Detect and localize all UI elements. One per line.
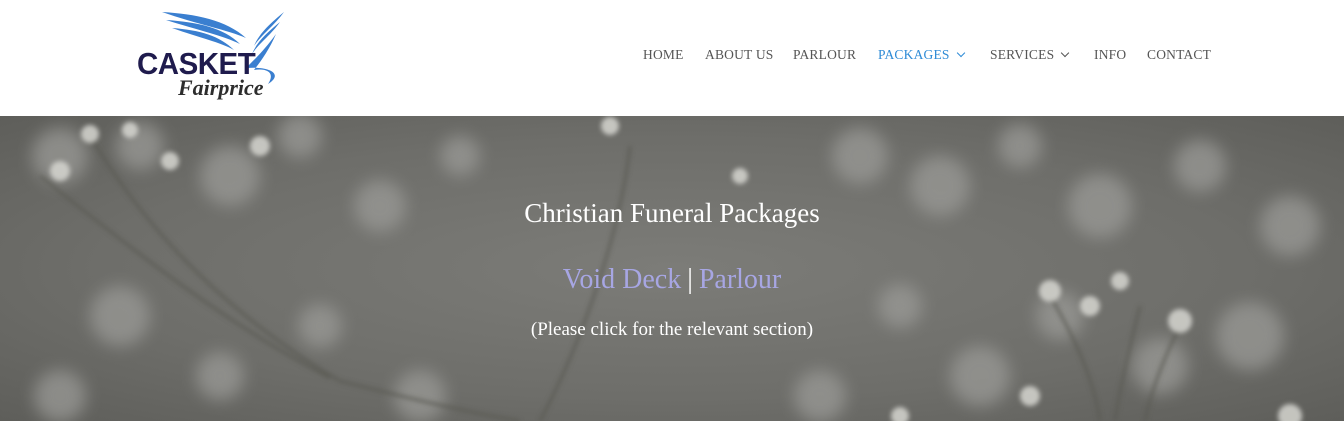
void-deck-link[interactable]: Void Deck — [563, 264, 681, 295]
nav-services[interactable]: SERVICES — [990, 46, 1070, 64]
parlour-link[interactable]: Parlour — [699, 264, 781, 295]
hero-links: Void Deck | Parlour — [0, 262, 1344, 298]
hero-title: Christian Funeral Packages — [524, 198, 820, 228]
hero-banner: Christian Funeral Packages Void Deck | Par… — [0, 116, 1344, 421]
nav-contact[interactable]: CONTACT — [1147, 46, 1211, 64]
chevron-down-icon — [1061, 48, 1070, 58]
chevron-down-icon — [956, 48, 965, 58]
hero-note: (Please click for the relevant section) — [530, 319, 814, 340]
nav-packages-label: PACKAGES — [878, 47, 950, 62]
nav-about-us[interactable]: ABOUT US — [705, 46, 774, 64]
link-separator: | — [687, 264, 693, 295]
logo-subtitle: Fairprice — [178, 75, 264, 100]
nav-parlour[interactable]: PARLOUR — [793, 46, 856, 64]
site-header: CASKET Fairprice HOME ABOUT US PARLOUR P… — [0, 0, 1344, 116]
nav-packages[interactable]: PACKAGES — [878, 46, 965, 64]
site-logo[interactable]: CASKET Fairprice — [136, 8, 296, 104]
nav-home[interactable]: HOME — [643, 46, 684, 64]
nav-info[interactable]: INFO — [1094, 46, 1126, 64]
nav-services-label: SERVICES — [990, 47, 1055, 62]
